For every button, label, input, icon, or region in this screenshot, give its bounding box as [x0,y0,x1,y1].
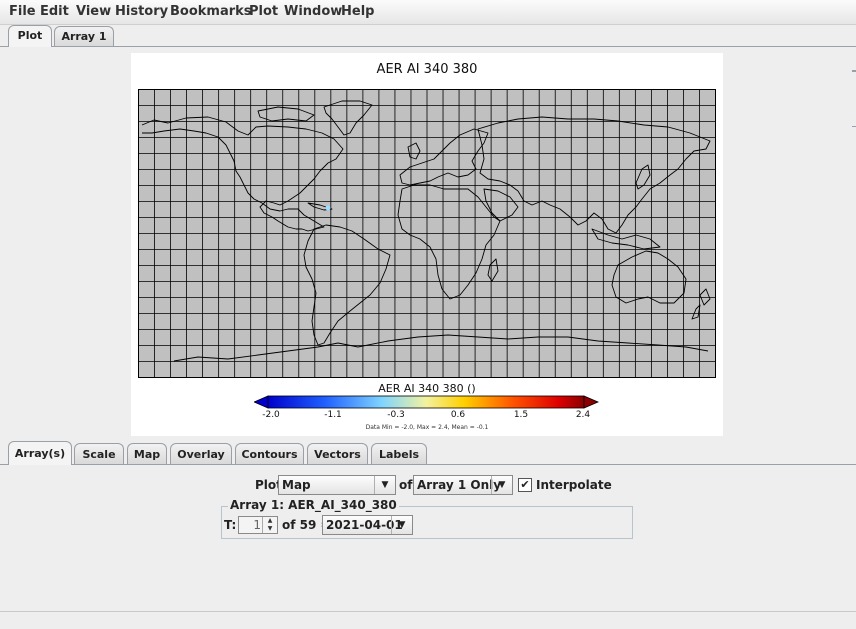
world-map [138,89,716,378]
colorbar-tick: 2.4 [575,410,591,420]
colorbar-title: AER AI 340 380 () [378,382,476,395]
menu-window[interactable]: Window [284,4,342,19]
t-label: T: [224,518,237,532]
date-dropdown[interactable]: 2021-04-01 ▼ [322,515,413,535]
colorbar-tick: -2.0 [262,410,280,420]
colorbar-tick: 1.5 [513,410,529,420]
menu-file[interactable]: File [9,4,36,19]
tab-labels[interactable]: Labels [371,443,427,464]
time-index-value: 1 [253,518,261,532]
chevron-down-icon: ▼ [391,516,412,534]
tab-vectors[interactable]: Vectors [307,443,368,464]
menu-help[interactable]: Help [341,4,374,19]
spinner-buttons: ▲ ▼ [262,517,277,533]
settings-tab-strip: Array(s) Scale Map Overlay Contours Vect… [0,440,856,465]
colorbar-tick: -0.3 [387,410,405,420]
array-choice-dropdown[interactable]: Array 1 Only ▼ [413,475,513,495]
colorbar-min-arrow [254,395,269,409]
plot-type-value: Map [282,478,311,492]
plot-title: AER AI 340 380 [376,62,478,77]
tab-arrays[interactable]: Array(s) [8,441,72,465]
tab-overlay[interactable]: Overlay [170,443,232,464]
colorbar-gradient [267,395,585,409]
menu-bookmarks[interactable]: Bookmarks [170,4,252,19]
chevron-down-icon: ▼ [491,476,512,494]
colorbar-tick: 0.6 [450,410,466,420]
colorbar-tick: -1.1 [324,410,342,420]
arrow-down-icon[interactable]: ▼ [263,525,277,533]
chevron-down-icon: ▼ [374,476,395,494]
array-choice-value: Array 1 Only [417,478,502,492]
data-point-highlight [325,205,331,211]
data-stats: Data Min = -2.0, Max = 2.4, Mean = -0.1 [365,424,489,431]
menu-bar: File Edit View History Bookmarks Plot Wi… [0,0,856,25]
menu-edit[interactable]: Edit [40,4,69,19]
status-bar [0,611,856,629]
interpolate-label: Interpolate [536,478,612,492]
colorbar [254,395,600,409]
tab-array-1[interactable]: Array 1 [54,26,114,46]
edge-marker [852,70,856,72]
time-index-spinner[interactable]: 1 ▲ ▼ [238,516,278,534]
tab-plot[interactable]: Plot [8,25,52,47]
menu-plot[interactable]: Plot [249,4,278,19]
menu-view[interactable]: View [76,4,111,19]
arrow-up-icon[interactable]: ▲ [263,517,277,525]
of-label: of [399,478,413,492]
interpolate-checkbox[interactable]: ✔ [518,478,532,492]
top-tab-strip: Plot Array 1 [0,24,856,47]
menu-history[interactable]: History [115,4,168,19]
tab-map[interactable]: Map [127,443,167,464]
plot-type-dropdown[interactable]: Map ▼ [278,475,396,495]
colorbar-max-arrow [583,395,600,409]
edge-marker [852,126,856,127]
tab-scale[interactable]: Scale [74,443,124,464]
array-group-title: Array 1: AER_AI_340_380 [228,498,399,512]
tab-contours[interactable]: Contours [235,443,304,464]
